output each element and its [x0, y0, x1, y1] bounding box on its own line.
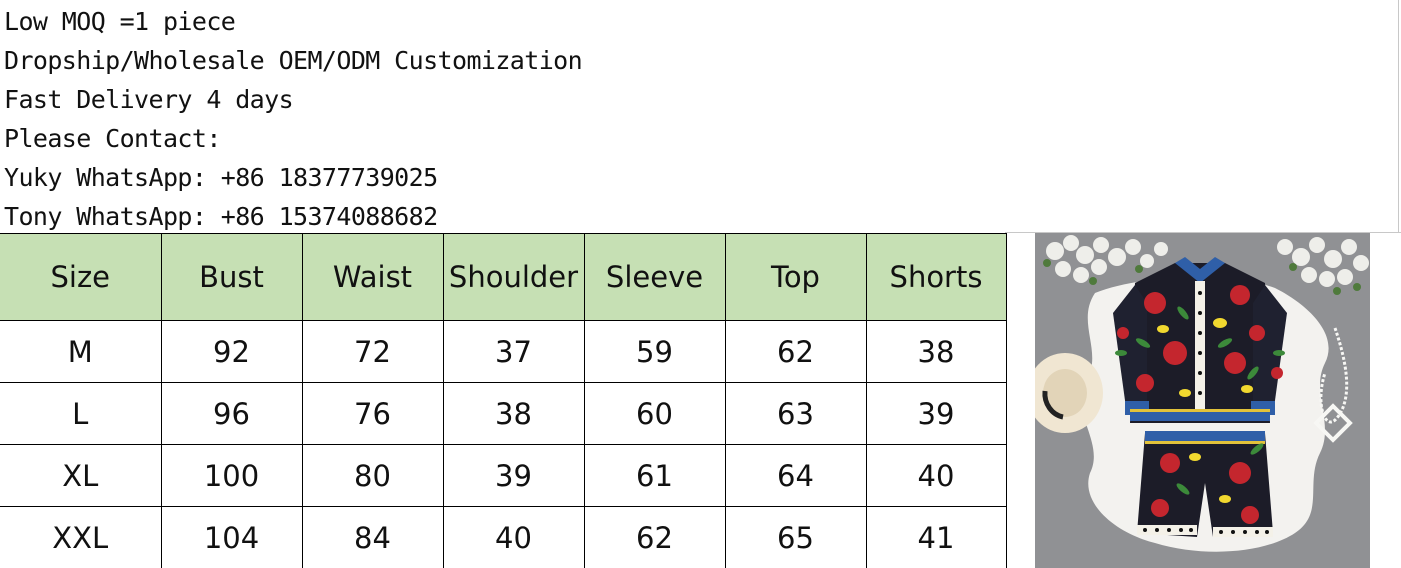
- table-cell: 76: [301, 382, 444, 445]
- table-cell: 65: [724, 506, 867, 568]
- table-cell: M: [0, 320, 162, 383]
- table-row: M 92 72 37 59 62 38: [0, 320, 1007, 383]
- header-cell: Top: [724, 233, 867, 321]
- table-cell: 38: [442, 382, 585, 445]
- table-cell: 40: [865, 444, 1007, 507]
- contact-info: Low MOQ =1 piece Dropship/Wholesale OEM/…: [4, 2, 1394, 236]
- table-cell: 84: [301, 506, 444, 568]
- table-cell: 62: [583, 506, 726, 568]
- header-cell: Bust: [160, 233, 303, 321]
- table-cell: L: [0, 382, 162, 445]
- table-cell: 64: [724, 444, 867, 507]
- header-cell: Shorts: [865, 233, 1007, 321]
- divider-vertical: [1398, 0, 1399, 232]
- table-cell: 59: [583, 320, 726, 383]
- table-cell: 38: [865, 320, 1007, 383]
- table-cell: 104: [160, 506, 303, 568]
- table-row: XL 100 80 39 61 64 40: [0, 444, 1007, 507]
- header-row: Size Bust Waist Shoulder Sleeve Top Shor…: [0, 233, 1007, 321]
- table-row: L 96 76 38 60 63 39: [0, 382, 1007, 445]
- table-row: XXL 104 84 40 62 65 41: [0, 506, 1007, 568]
- whatsapp-tony: Tony WhatsApp: +86 15374088682: [4, 202, 438, 231]
- table-cell: 39: [865, 382, 1007, 445]
- product-photo: [1035, 233, 1370, 568]
- table-cell: XXL: [0, 506, 162, 568]
- header-cell: Size: [0, 233, 162, 321]
- header-cell: Sleeve: [583, 233, 726, 321]
- table-cell: 92: [160, 320, 303, 383]
- header-cell: Waist: [301, 233, 444, 321]
- table-cell: 37: [442, 320, 585, 383]
- table-cell: 72: [301, 320, 444, 383]
- table-cell: 41: [865, 506, 1007, 568]
- moq-line: Low MOQ =1 piece: [4, 7, 236, 36]
- whatsapp-yuky: Yuky WhatsApp: +86 18377739025: [4, 163, 438, 192]
- table-cell: 61: [583, 444, 726, 507]
- size-chart-table: Size Bust Waist Shoulder Sleeve Top Shor…: [0, 233, 1007, 568]
- delivery-line: Fast Delivery 4 days: [4, 85, 294, 114]
- table-cell: 96: [160, 382, 303, 445]
- table-cell: 39: [442, 444, 585, 507]
- printed-shirt-and-shorts-set-photo-icon: [1035, 233, 1370, 568]
- table-cell: 40: [442, 506, 585, 568]
- table-cell: 80: [301, 444, 444, 507]
- table-cell: 60: [583, 382, 726, 445]
- header-cell: Shoulder: [442, 233, 585, 321]
- service-line: Dropship/Wholesale OEM/ODM Customization: [4, 46, 583, 75]
- table-cell: 63: [724, 382, 867, 445]
- contact-heading: Please Contact:: [4, 124, 221, 153]
- table-cell: 62: [724, 320, 867, 383]
- table-cell: XL: [0, 444, 162, 507]
- table-cell: 100: [160, 444, 303, 507]
